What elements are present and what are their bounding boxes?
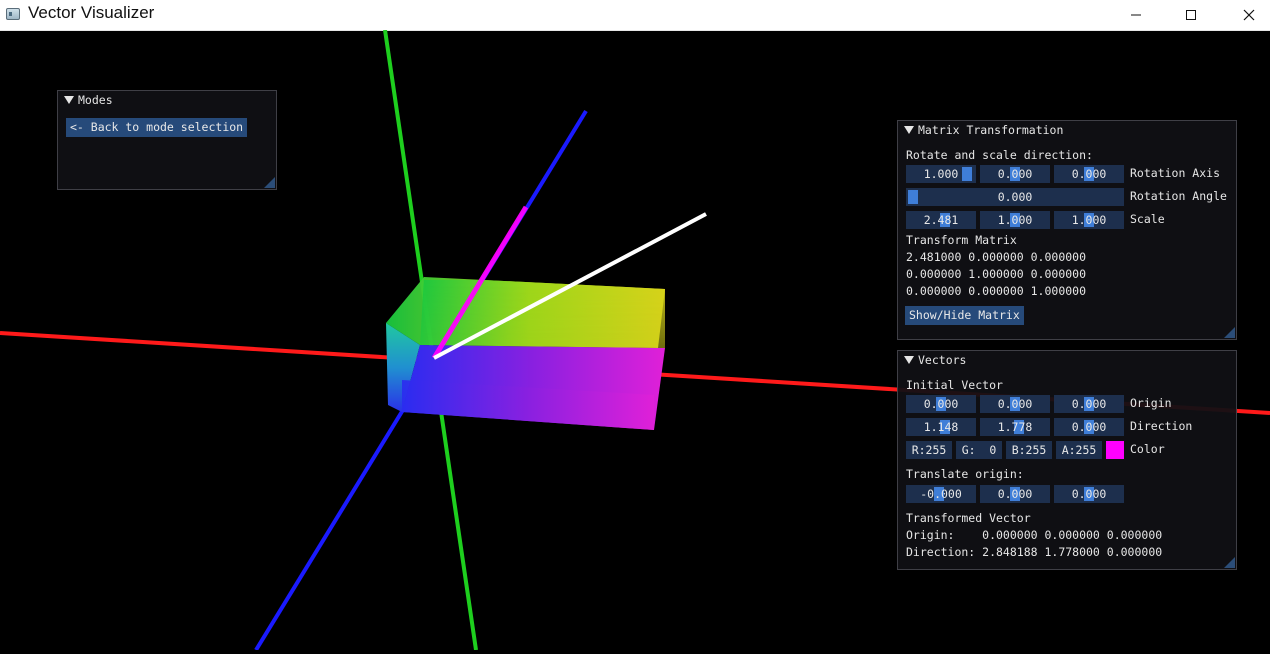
translate-x-slider[interactable]: -0.000	[906, 485, 976, 503]
app-icon	[6, 8, 20, 20]
matrix-panel-title: Matrix Transformation	[918, 123, 1064, 137]
minimize-icon	[1131, 14, 1141, 16]
rotate-scale-label: Rotate and scale direction:	[906, 148, 1093, 162]
resize-grip-icon[interactable]	[264, 177, 275, 188]
translate-z-slider[interactable]: 0.000	[1054, 485, 1124, 503]
rotation-axis-y-slider[interactable]: 0.000	[980, 165, 1050, 183]
rotation-angle-slider[interactable]: 0.000	[906, 188, 1124, 206]
matrix-row-1: 2.481000 0.000000 0.000000	[906, 250, 1087, 264]
translate-origin-label: Translate origin:	[906, 467, 1024, 481]
resize-grip-icon[interactable]	[1224, 557, 1235, 568]
rotation-axis-label: Rotation Axis	[1130, 166, 1221, 180]
scale-y-slider[interactable]: 1.000	[980, 211, 1050, 229]
modes-panel-title: Modes	[78, 93, 113, 107]
scale-x-slider[interactable]: 2.481	[906, 211, 976, 229]
scale-z-slider[interactable]: 1.000	[1054, 211, 1124, 229]
close-icon	[1243, 9, 1255, 21]
maximize-icon	[1186, 10, 1196, 20]
modes-panel-header[interactable]: Modes	[58, 91, 276, 109]
back-to-mode-selection-button[interactable]: <- Back to mode selection	[66, 118, 248, 137]
origin-label: Origin	[1130, 396, 1172, 410]
show-hide-matrix-button[interactable]: Show/Hide Matrix	[905, 306, 1024, 325]
color-swatch[interactable]	[1106, 441, 1124, 459]
rotation-axis-x-slider[interactable]: 1.000	[906, 165, 976, 183]
close-button[interactable]	[1220, 0, 1270, 30]
direction-z-slider[interactable]: 0.000	[1054, 418, 1124, 436]
color-g-field[interactable]: G: 0	[956, 441, 1002, 459]
minimize-button[interactable]	[1107, 0, 1165, 30]
modes-panel: Modes <- Back to mode selection	[57, 90, 277, 190]
direction-y-slider[interactable]: 1.778	[980, 418, 1050, 436]
initial-vector-label: Initial Vector	[906, 378, 1003, 392]
matrix-row-3: 0.000000 0.000000 1.000000	[906, 284, 1087, 298]
rotation-axis-z-slider[interactable]: 0.000	[1054, 165, 1124, 183]
window-title: Vector Visualizer	[28, 3, 155, 22]
color-b-field[interactable]: B:255	[1006, 441, 1052, 459]
collapse-triangle-icon[interactable]	[904, 125, 914, 134]
title-bar: Vector Visualizer	[0, 0, 1270, 31]
transformed-origin-text: Origin: 0.000000 0.000000 0.000000	[906, 528, 1163, 542]
collapse-triangle-icon[interactable]	[64, 95, 74, 104]
scale-label: Scale	[1130, 212, 1165, 226]
resize-grip-icon[interactable]	[1224, 327, 1235, 338]
origin-y-slider[interactable]: 0.000	[980, 395, 1050, 413]
matrix-row-2: 0.000000 1.000000 0.000000	[906, 267, 1087, 281]
vectors-panel-header[interactable]: Vectors	[898, 351, 1236, 369]
maximize-button[interactable]	[1162, 0, 1220, 30]
vectors-panel-title: Vectors	[918, 353, 967, 367]
direction-x-slider[interactable]: 1.148	[906, 418, 976, 436]
matrix-panel-header[interactable]: Matrix Transformation	[898, 121, 1236, 139]
transform-matrix-label: Transform Matrix	[906, 233, 1017, 247]
transformed-box	[386, 277, 665, 430]
vectors-panel: Vectors Initial Vector 0.000 0.000 0.000…	[897, 350, 1237, 570]
color-a-field[interactable]: A:255	[1056, 441, 1102, 459]
matrix-transformation-panel: Matrix Transformation Rotate and scale d…	[897, 120, 1237, 340]
transformed-vector-label: Transformed Vector	[906, 511, 1031, 525]
direction-label: Direction	[1130, 419, 1193, 433]
rotation-angle-label: Rotation Angle	[1130, 189, 1227, 203]
color-label: Color	[1130, 442, 1165, 456]
color-r-field[interactable]: R:255	[906, 441, 952, 459]
translate-y-slider[interactable]: 0.000	[980, 485, 1050, 503]
transformed-direction-text: Direction: 2.848188 1.778000 0.000000	[906, 545, 1163, 559]
collapse-triangle-icon[interactable]	[904, 355, 914, 364]
origin-z-slider[interactable]: 0.000	[1054, 395, 1124, 413]
origin-x-slider[interactable]: 0.000	[906, 395, 976, 413]
